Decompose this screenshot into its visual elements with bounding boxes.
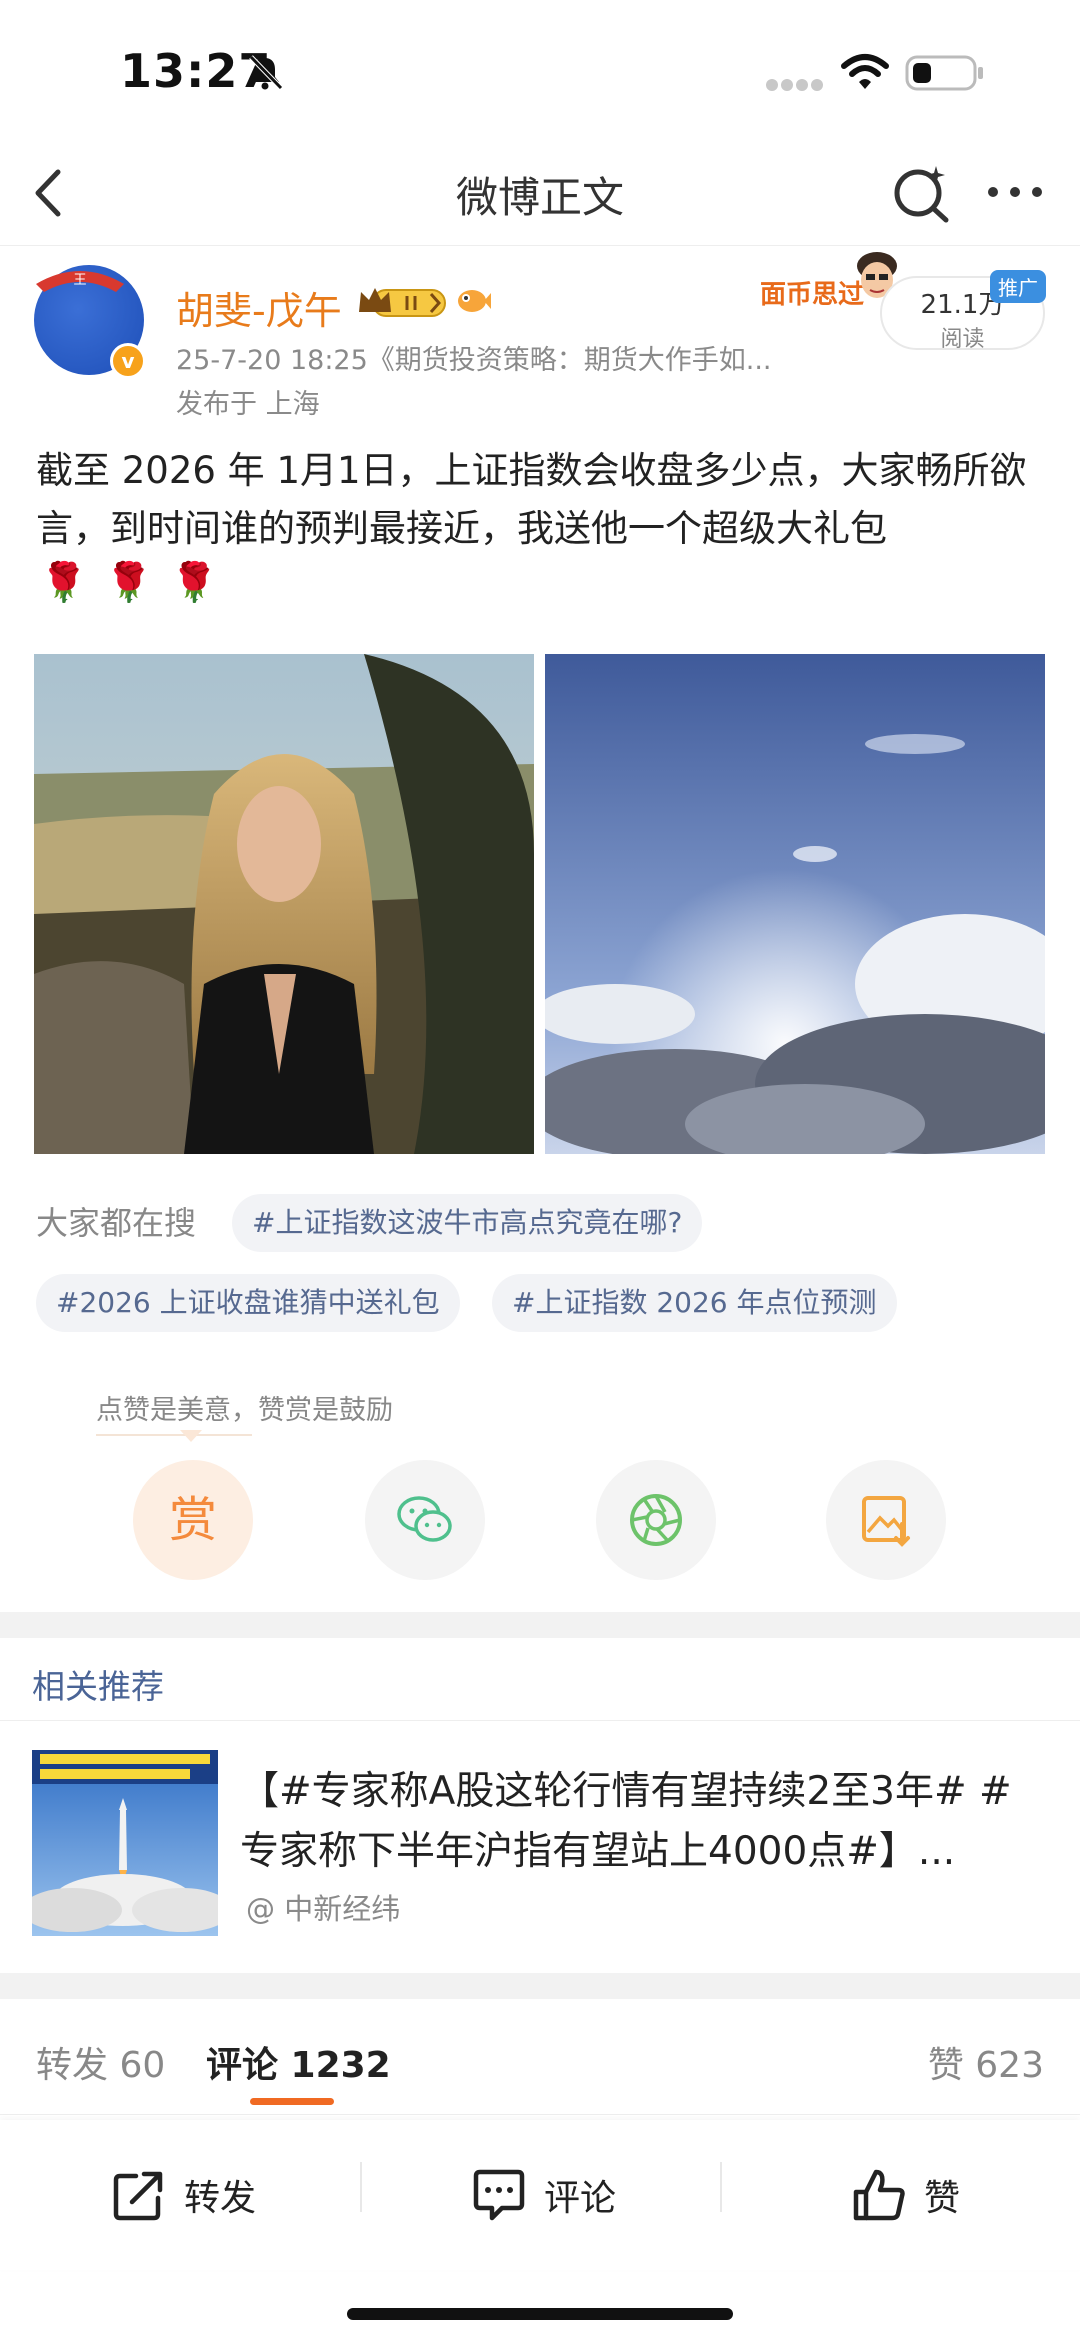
like-button[interactable]: 赞 — [850, 2160, 960, 2230]
tab-comment[interactable]: 评论 1232 — [206, 2036, 391, 2088]
battery-icon — [905, 55, 983, 91]
tab-like[interactable]: 赞 623 — [928, 2036, 1044, 2088]
related-title: 相关推荐 — [32, 1667, 164, 1706]
tab-repost[interactable]: 转发 60 — [36, 2036, 165, 2088]
post-photo-sky[interactable] — [545, 654, 1045, 1154]
fish-badge-icon — [458, 290, 491, 312]
share-wechat-button[interactable] — [365, 1460, 485, 1580]
avatar-ribbon-icon: 王 — [36, 271, 124, 292]
post-text: 截至 2026 年 1月1日，上证指数会收盘多少点，大家畅所欲言，到时间谁的预判… — [36, 449, 1027, 550]
reward-label: 赏 — [168, 1492, 217, 1548]
home-indicator — [347, 2308, 733, 2320]
promo-tag: 推广 — [990, 270, 1046, 303]
bell-muted-icon — [249, 55, 283, 90]
moments-aperture-icon — [630, 1494, 682, 1546]
search-topic[interactable]: #上证指数 2026 年点位预测 — [492, 1274, 897, 1332]
post-photo-portrait[interactable] — [34, 654, 534, 1154]
wifi-icon — [841, 54, 889, 89]
vip-crown-icon — [359, 288, 446, 317]
related-headline[interactable]: 【#专家称A股这轮行情有望持续2至3年# #专家称下半年沪指有望站上4000点#… — [240, 1762, 1040, 1882]
rose-emoji: 🌹🌹🌹 — [40, 560, 236, 604]
svg-text:王: 王 — [73, 273, 86, 288]
verified-badge-icon: v — [110, 343, 146, 379]
author-name[interactable]: 胡斐-戊午 — [176, 280, 342, 335]
divider — [0, 1720, 1080, 1721]
comment-label: 评论 — [544, 2178, 617, 2219]
repost-icon — [113, 2171, 163, 2221]
share-moments-button[interactable] — [596, 1460, 716, 1580]
bottom-action-bar: 转发 评论 赞 — [0, 2120, 1080, 2270]
divider — [720, 2162, 722, 2212]
comment-button[interactable]: 评论 — [470, 2160, 616, 2230]
divider — [0, 2114, 1080, 2115]
sticker-text: 面币思过 — [760, 280, 865, 310]
post-meta[interactable]: 25-7-20 18:25《期货投资策略：期货大作手如... — [176, 338, 772, 377]
status-bar: 13:27 — [0, 0, 1080, 140]
repost-label: 转发 — [184, 2178, 257, 2219]
section-divider — [0, 1612, 1080, 1638]
divider — [360, 2162, 362, 2212]
reward-button[interactable]: 赏 — [133, 1460, 253, 1580]
thumbs-up-icon — [853, 2169, 905, 2221]
repost-button[interactable]: 转发 — [110, 2160, 256, 2230]
search-topic[interactable]: #2026 上证收盘谁猜中送礼包 — [36, 1274, 460, 1332]
search-topic[interactable]: #上证指数这波牛市高点究竟在哪? — [232, 1194, 703, 1252]
like-label: 赞 — [924, 2178, 961, 2219]
post-location: 发布于 上海 — [176, 389, 320, 420]
save-image-button[interactable] — [826, 1460, 946, 1580]
active-tab-indicator — [250, 2098, 334, 2105]
refresh-search-icon[interactable] — [888, 160, 954, 226]
related-source[interactable]: @ 中新经纬 — [246, 1886, 400, 1928]
comment-icon — [473, 2169, 525, 2221]
reward-tip-underline — [96, 1434, 252, 1436]
related-thumbnail[interactable] — [32, 1750, 218, 1936]
search-label: 大家都在搜 — [36, 1204, 197, 1242]
reward-tip: 点赞是美意，赞赏是鼓励 — [96, 1395, 393, 1426]
wechat-icon — [397, 1496, 452, 1542]
more-icon[interactable] — [985, 180, 1045, 204]
tip-arrow-icon — [180, 1430, 202, 1442]
nav-bar: 微博正文 — [0, 140, 1080, 246]
section-divider — [0, 1973, 1080, 1999]
save-image-icon — [862, 1496, 910, 1547]
read-label: 阅读 — [940, 327, 985, 352]
signal-icon — [766, 79, 823, 91]
